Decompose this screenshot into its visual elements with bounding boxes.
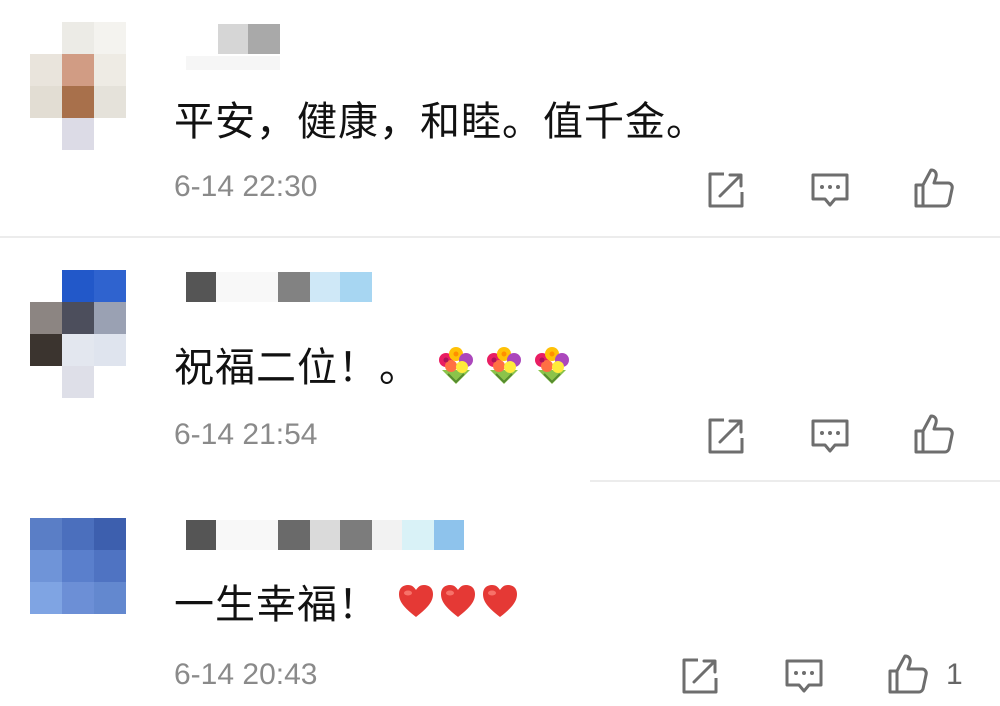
comment-text: 祝福二位！。 bbox=[174, 336, 574, 392]
heart-icon bbox=[441, 585, 475, 617]
comment-time: 6-14 20:43 bbox=[174, 658, 318, 691]
username[interactable] bbox=[186, 520, 506, 550]
reply-icon[interactable] bbox=[782, 654, 826, 698]
avatar[interactable] bbox=[30, 518, 126, 648]
bouquet-icon bbox=[487, 347, 521, 384]
emoji-row bbox=[434, 342, 574, 386]
avatar[interactable] bbox=[30, 22, 126, 152]
comment-item: 平安，健康，和睦。值千金。 6-14 22:30 bbox=[0, 0, 1000, 238]
comment-time: 6-14 22:30 bbox=[174, 170, 318, 203]
emoji-row bbox=[397, 583, 519, 619]
comment-item: 一生幸福！ 6-14 20:43 1 bbox=[0, 482, 1000, 706]
reply-icon[interactable] bbox=[808, 168, 852, 212]
comment-time: 6-14 21:54 bbox=[174, 418, 318, 451]
like-count: 1 bbox=[946, 658, 963, 691]
comment-list: 平安，健康，和睦。值千金。 6-14 22:30 祝福二位！。 6-14 21:… bbox=[0, 0, 1000, 706]
reply-icon[interactable] bbox=[808, 414, 852, 458]
comment-text: 平安，健康，和睦。值千金。 bbox=[174, 99, 707, 145]
username[interactable] bbox=[186, 272, 506, 302]
avatar[interactable] bbox=[30, 270, 126, 400]
comment-text: 一生幸福！ bbox=[174, 574, 519, 628]
comment-item: 祝福二位！。 6-14 21:54 bbox=[0, 238, 1000, 482]
share-icon[interactable] bbox=[704, 414, 748, 458]
bouquet-icon bbox=[535, 347, 569, 384]
thumbs-up-icon[interactable] bbox=[886, 652, 930, 696]
share-icon[interactable] bbox=[678, 654, 722, 698]
share-icon[interactable] bbox=[704, 168, 748, 212]
bouquet-icon bbox=[439, 347, 473, 384]
heart-icon bbox=[483, 585, 517, 617]
username[interactable] bbox=[186, 24, 506, 70]
thumbs-up-icon[interactable] bbox=[912, 412, 956, 456]
heart-icon bbox=[399, 585, 433, 617]
thumbs-up-icon[interactable] bbox=[912, 166, 956, 210]
